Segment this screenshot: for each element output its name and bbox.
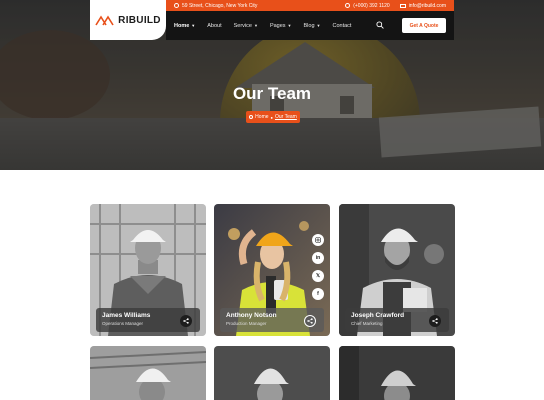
member-info: Anthony Notson Production Manager	[220, 308, 324, 332]
share-button[interactable]	[304, 315, 316, 327]
breadcrumb-current: Our Team	[274, 114, 297, 120]
team-card[interactable]: in 𝕏 f Anthony Notson Production Manager	[214, 204, 330, 336]
address: 59 Street, Chicago, New York City	[174, 3, 335, 9]
location-icon	[174, 3, 179, 8]
social-links: in 𝕏 f	[312, 234, 324, 300]
share-icon	[432, 318, 438, 324]
logo-icon	[95, 15, 114, 26]
nav-pages[interactable]: Pages ▼	[270, 23, 292, 29]
get-a-quote-button[interactable]: Get A Quote	[402, 18, 446, 33]
address-text: 59 Street, Chicago, New York City	[182, 2, 258, 9]
chevron-down-icon: ▼	[287, 23, 292, 28]
share-icon	[307, 318, 313, 324]
logo-text: RIBUILD	[118, 14, 161, 26]
breadcrumb: Home ● Our Team	[246, 111, 300, 123]
nav-service[interactable]: Service ▼	[234, 23, 258, 29]
team-photo	[339, 346, 455, 400]
team-card[interactable]: Joseph Crawford Chief Marketing	[339, 204, 455, 336]
member-info: James Williams Operations Manager	[96, 308, 200, 332]
share-icon	[183, 318, 189, 324]
team-photo	[214, 346, 330, 400]
member-info: Joseph Crawford Chief Marketing	[345, 308, 449, 332]
email-text: info@ribuild.com	[408, 2, 446, 9]
nav-blog-label: Blog	[303, 22, 315, 29]
facebook-icon[interactable]: f	[312, 288, 324, 300]
share-button[interactable]	[180, 315, 192, 327]
nav-home-label: Home	[174, 22, 190, 29]
nav-about[interactable]: About	[207, 23, 221, 29]
main-nav: Home ▼ About Service ▼ Pages ▼ Blog ▼ Contac…	[166, 11, 454, 40]
instagram-icon[interactable]	[312, 234, 324, 246]
email[interactable]: info@ribuild.com	[399, 2, 446, 9]
nav-blog[interactable]: Blog ▼	[304, 23, 321, 29]
page-title: Our Team	[232, 84, 312, 103]
team-card[interactable]	[339, 346, 455, 400]
breadcrumb-home[interactable]: Home	[255, 114, 268, 120]
linkedin-icon[interactable]: in	[312, 252, 324, 264]
phone[interactable]: (+000) 392 1120	[345, 2, 390, 9]
x-icon[interactable]: 𝕏	[312, 270, 324, 282]
nav-contact-label: Contact	[332, 22, 352, 29]
mail-icon	[399, 3, 406, 8]
team-card[interactable]: James Williams Operations Manager	[90, 204, 206, 336]
phone-text: (+000) 392 1120	[353, 2, 390, 9]
chevron-down-icon: ▼	[191, 23, 196, 28]
nav-pages-label: Pages	[269, 22, 286, 29]
breadcrumb-separator: ●	[270, 114, 273, 120]
share-button[interactable]	[429, 315, 441, 327]
chevron-down-icon: ▼	[316, 23, 321, 28]
search-icon[interactable]	[376, 21, 384, 29]
home-icon	[249, 115, 254, 119]
nav-home[interactable]: Home ▼	[174, 23, 195, 29]
team-card[interactable]	[214, 346, 330, 400]
logo[interactable]: RIBUILD	[90, 0, 166, 40]
nav-service-label: Service	[233, 22, 252, 29]
team-photo	[90, 346, 206, 400]
phone-icon	[345, 3, 351, 8]
info-bar: 59 Street, Chicago, New York City (+000)…	[166, 0, 454, 11]
nav-contact[interactable]: Contact	[333, 23, 352, 29]
team-card[interactable]	[90, 346, 206, 400]
nav-about-label: About	[207, 22, 222, 29]
chevron-down-icon: ▼	[253, 23, 258, 28]
